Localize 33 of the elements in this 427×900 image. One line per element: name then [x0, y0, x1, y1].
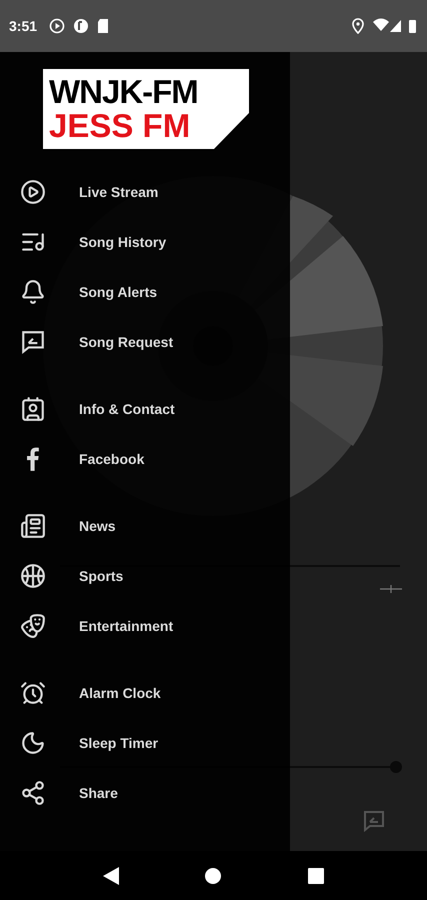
- sd-card-icon: [97, 18, 110, 34]
- back-icon[interactable]: [103, 866, 120, 884]
- menu-item[interactable]: Song Alerts: [0, 267, 290, 317]
- app-status-icon: [73, 18, 90, 34]
- status-time: 3:51: [9, 18, 38, 34]
- logo-subtext: JESS FM: [49, 109, 192, 143]
- moon-icon: [20, 730, 46, 756]
- bell-icon: [20, 279, 46, 305]
- theater-masks-icon: [20, 613, 46, 639]
- menu-item[interactable]: Sports: [0, 551, 290, 601]
- menu-item[interactable]: Sleep Timer: [0, 718, 290, 768]
- menu-item[interactable]: Facebook: [0, 434, 290, 484]
- contact-card-icon: [20, 396, 46, 422]
- recents-icon[interactable]: [308, 868, 324, 884]
- newspaper-icon: [20, 513, 46, 539]
- play-circle-icon: [20, 179, 46, 205]
- menu-item[interactable]: Info & Contact: [0, 384, 290, 434]
- menu-item[interactable]: Song History: [0, 217, 290, 267]
- menu-item[interactable]: Entertainment: [0, 601, 290, 651]
- wifi-signal-battery-icon: [373, 18, 417, 34]
- basketball-icon: [20, 563, 46, 589]
- alarm-clock-icon: [20, 680, 46, 706]
- menu-item[interactable]: Share: [0, 768, 290, 818]
- menu-item[interactable]: Live Stream: [0, 167, 290, 217]
- logo-text: WNJK-FM: [49, 75, 199, 109]
- location-icon: [351, 18, 365, 34]
- share-icon: [20, 780, 46, 806]
- home-icon[interactable]: [205, 868, 222, 884]
- menu-item[interactable]: Alarm Clock: [0, 668, 290, 718]
- menu-item[interactable]: Song Request: [0, 317, 290, 367]
- menu-item[interactable]: News: [0, 501, 290, 551]
- message-edit-icon: [20, 329, 46, 355]
- play-status-icon: [49, 18, 66, 34]
